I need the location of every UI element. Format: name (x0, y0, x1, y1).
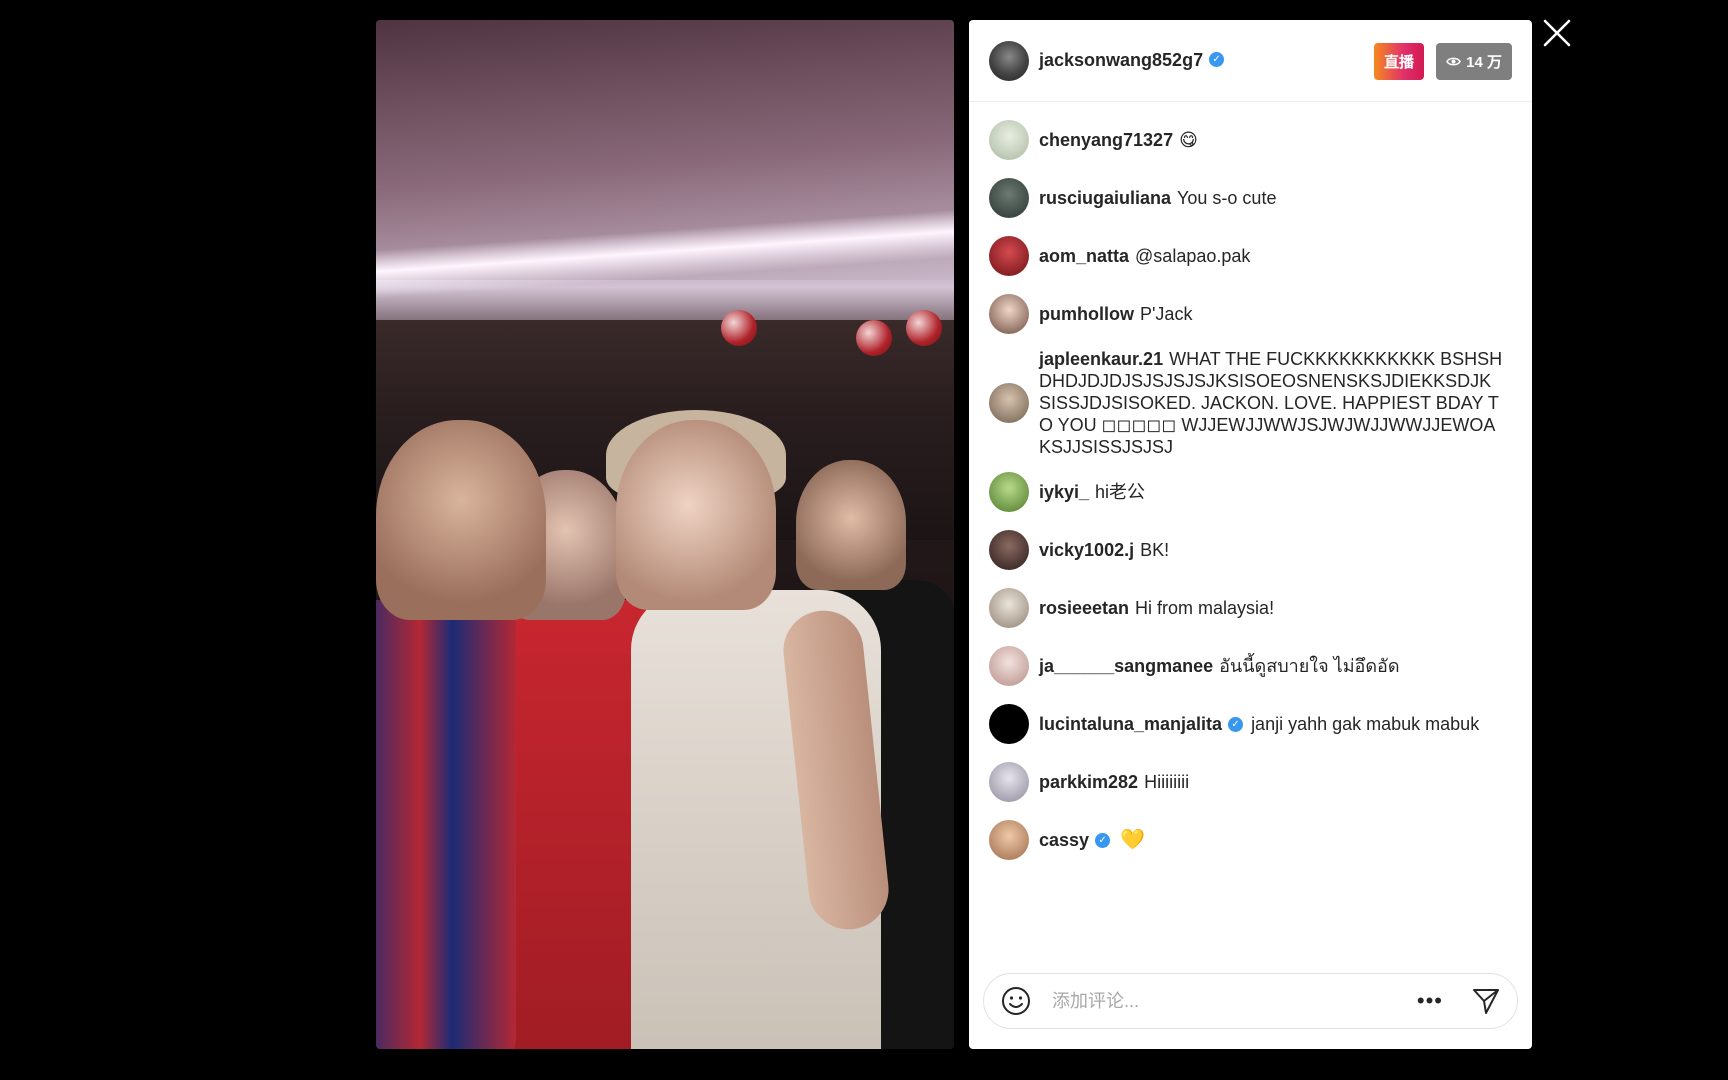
comment-list[interactable]: chenyang71327 😋 rusciugaiuliana You s-o cu… (969, 102, 1532, 951)
video-person (616, 420, 776, 610)
comment-text: janji yahh gak mabuk mabuk (1251, 714, 1480, 734)
comment-avatar[interactable] (989, 178, 1029, 218)
host-username[interactable]: jacksonwang852g7 (1039, 50, 1203, 71)
comment-username[interactable]: chenyang71327 (1039, 130, 1173, 150)
comment-item: aom_natta @salapao.pak (969, 236, 1532, 276)
comment-item: ja______sangmanee อันนี้ดูสบายใจ ไม่อึดอั… (969, 646, 1532, 686)
comment-avatar[interactable] (989, 646, 1029, 686)
comment-composer: ••• (983, 973, 1518, 1029)
comment-item: pumhollow P'Jack (969, 294, 1532, 334)
video-decor-ball (906, 310, 942, 346)
live-badge: 直播 (1373, 43, 1424, 80)
host-avatar[interactable] (989, 40, 1029, 81)
comment-username[interactable]: rusciugaiuliana (1039, 188, 1171, 208)
comment-item: iykyi_ hi老公 (969, 472, 1532, 512)
comment-username[interactable]: iykyi_ (1039, 482, 1089, 502)
comment-avatar[interactable] (989, 383, 1029, 423)
comment-username[interactable]: ja______sangmanee (1039, 656, 1213, 676)
live-comments-panel: jacksonwang852g7 ✓ 直播 14 万 chenyang71327… (969, 20, 1532, 1049)
comment-username[interactable]: lucintaluna_manjalita (1039, 714, 1222, 734)
video-person (376, 420, 546, 620)
smile-icon[interactable] (1000, 985, 1032, 1017)
comment-item: rusciugaiuliana You s-o cute (969, 178, 1532, 218)
eye-icon (1446, 57, 1462, 66)
comment-text: @salapao.pak (1135, 246, 1251, 266)
comment-username[interactable]: aom_natta (1039, 246, 1129, 266)
comment-avatar[interactable] (989, 472, 1029, 512)
more-icon[interactable]: ••• (1417, 988, 1443, 1014)
comment-avatar[interactable] (989, 820, 1029, 860)
comment-text: P'Jack (1139, 304, 1193, 324)
comment-avatar[interactable] (989, 588, 1029, 628)
comment-username[interactable]: japleenkaur.21 (1039, 349, 1163, 369)
comment-text: Hi from malaysia! (1135, 598, 1275, 618)
comment-text: BK! (1140, 540, 1170, 560)
comment-text: อันนี้ดูสบายใจ ไม่อึดอัด (1219, 656, 1400, 676)
comment-item: rosieeetan Hi from malaysia! (969, 588, 1532, 628)
comment-username[interactable]: rosieeetan (1039, 598, 1129, 618)
comment-username[interactable]: vicky1002.j (1039, 540, 1134, 560)
comment-username[interactable]: cassy (1039, 830, 1089, 850)
verified-icon: ✓ (1228, 716, 1244, 732)
close-icon[interactable] (1542, 18, 1572, 48)
viewer-count: 14 万 (1466, 54, 1502, 71)
send-icon[interactable] (1471, 986, 1501, 1016)
live-video[interactable] (376, 20, 954, 1049)
comment-avatar[interactable] (989, 294, 1029, 334)
comment-item: parkkim282 Hiiiiiiii (969, 762, 1532, 802)
comment-text: 😋 (1179, 130, 1198, 150)
comment-text: 💛 (1120, 829, 1145, 851)
video-person (796, 460, 906, 590)
viewer-count-badge[interactable]: 14 万 (1436, 43, 1512, 80)
comment-avatar[interactable] (989, 762, 1029, 802)
comment-item: cassy ✓ 💛 (969, 820, 1532, 860)
comment-username[interactable]: pumhollow (1039, 304, 1134, 324)
comment-avatar[interactable] (989, 236, 1029, 276)
comment-item: lucintaluna_manjalita ✓ janji yahh gak mab… (969, 704, 1532, 744)
video-person (376, 600, 516, 1049)
comment-text: hi老公 (1095, 482, 1146, 502)
verified-icon: ✓ (1095, 832, 1111, 848)
comment-avatar[interactable] (989, 120, 1029, 160)
comment-item: japleenkaur.21 WHAT THE FUCKKKKKKKKKKK BS… (969, 348, 1532, 458)
comment-text: You s-o cute (1177, 188, 1277, 208)
comment-username[interactable]: parkkim282 (1039, 772, 1138, 792)
verified-icon: ✓ (1209, 52, 1225, 67)
video-decor-ball (856, 320, 892, 356)
comment-item: chenyang71327 😋 (969, 120, 1532, 160)
video-decor-ball (721, 310, 757, 346)
comment-text: Hiiiiiiii (1144, 772, 1190, 792)
comment-avatar[interactable] (989, 530, 1029, 570)
comment-avatar[interactable] (989, 704, 1029, 744)
comment-item: vicky1002.j BK! (969, 530, 1532, 570)
comment-input[interactable] (1052, 990, 1417, 1012)
panel-header: jacksonwang852g7 ✓ 直播 14 万 (969, 20, 1532, 102)
